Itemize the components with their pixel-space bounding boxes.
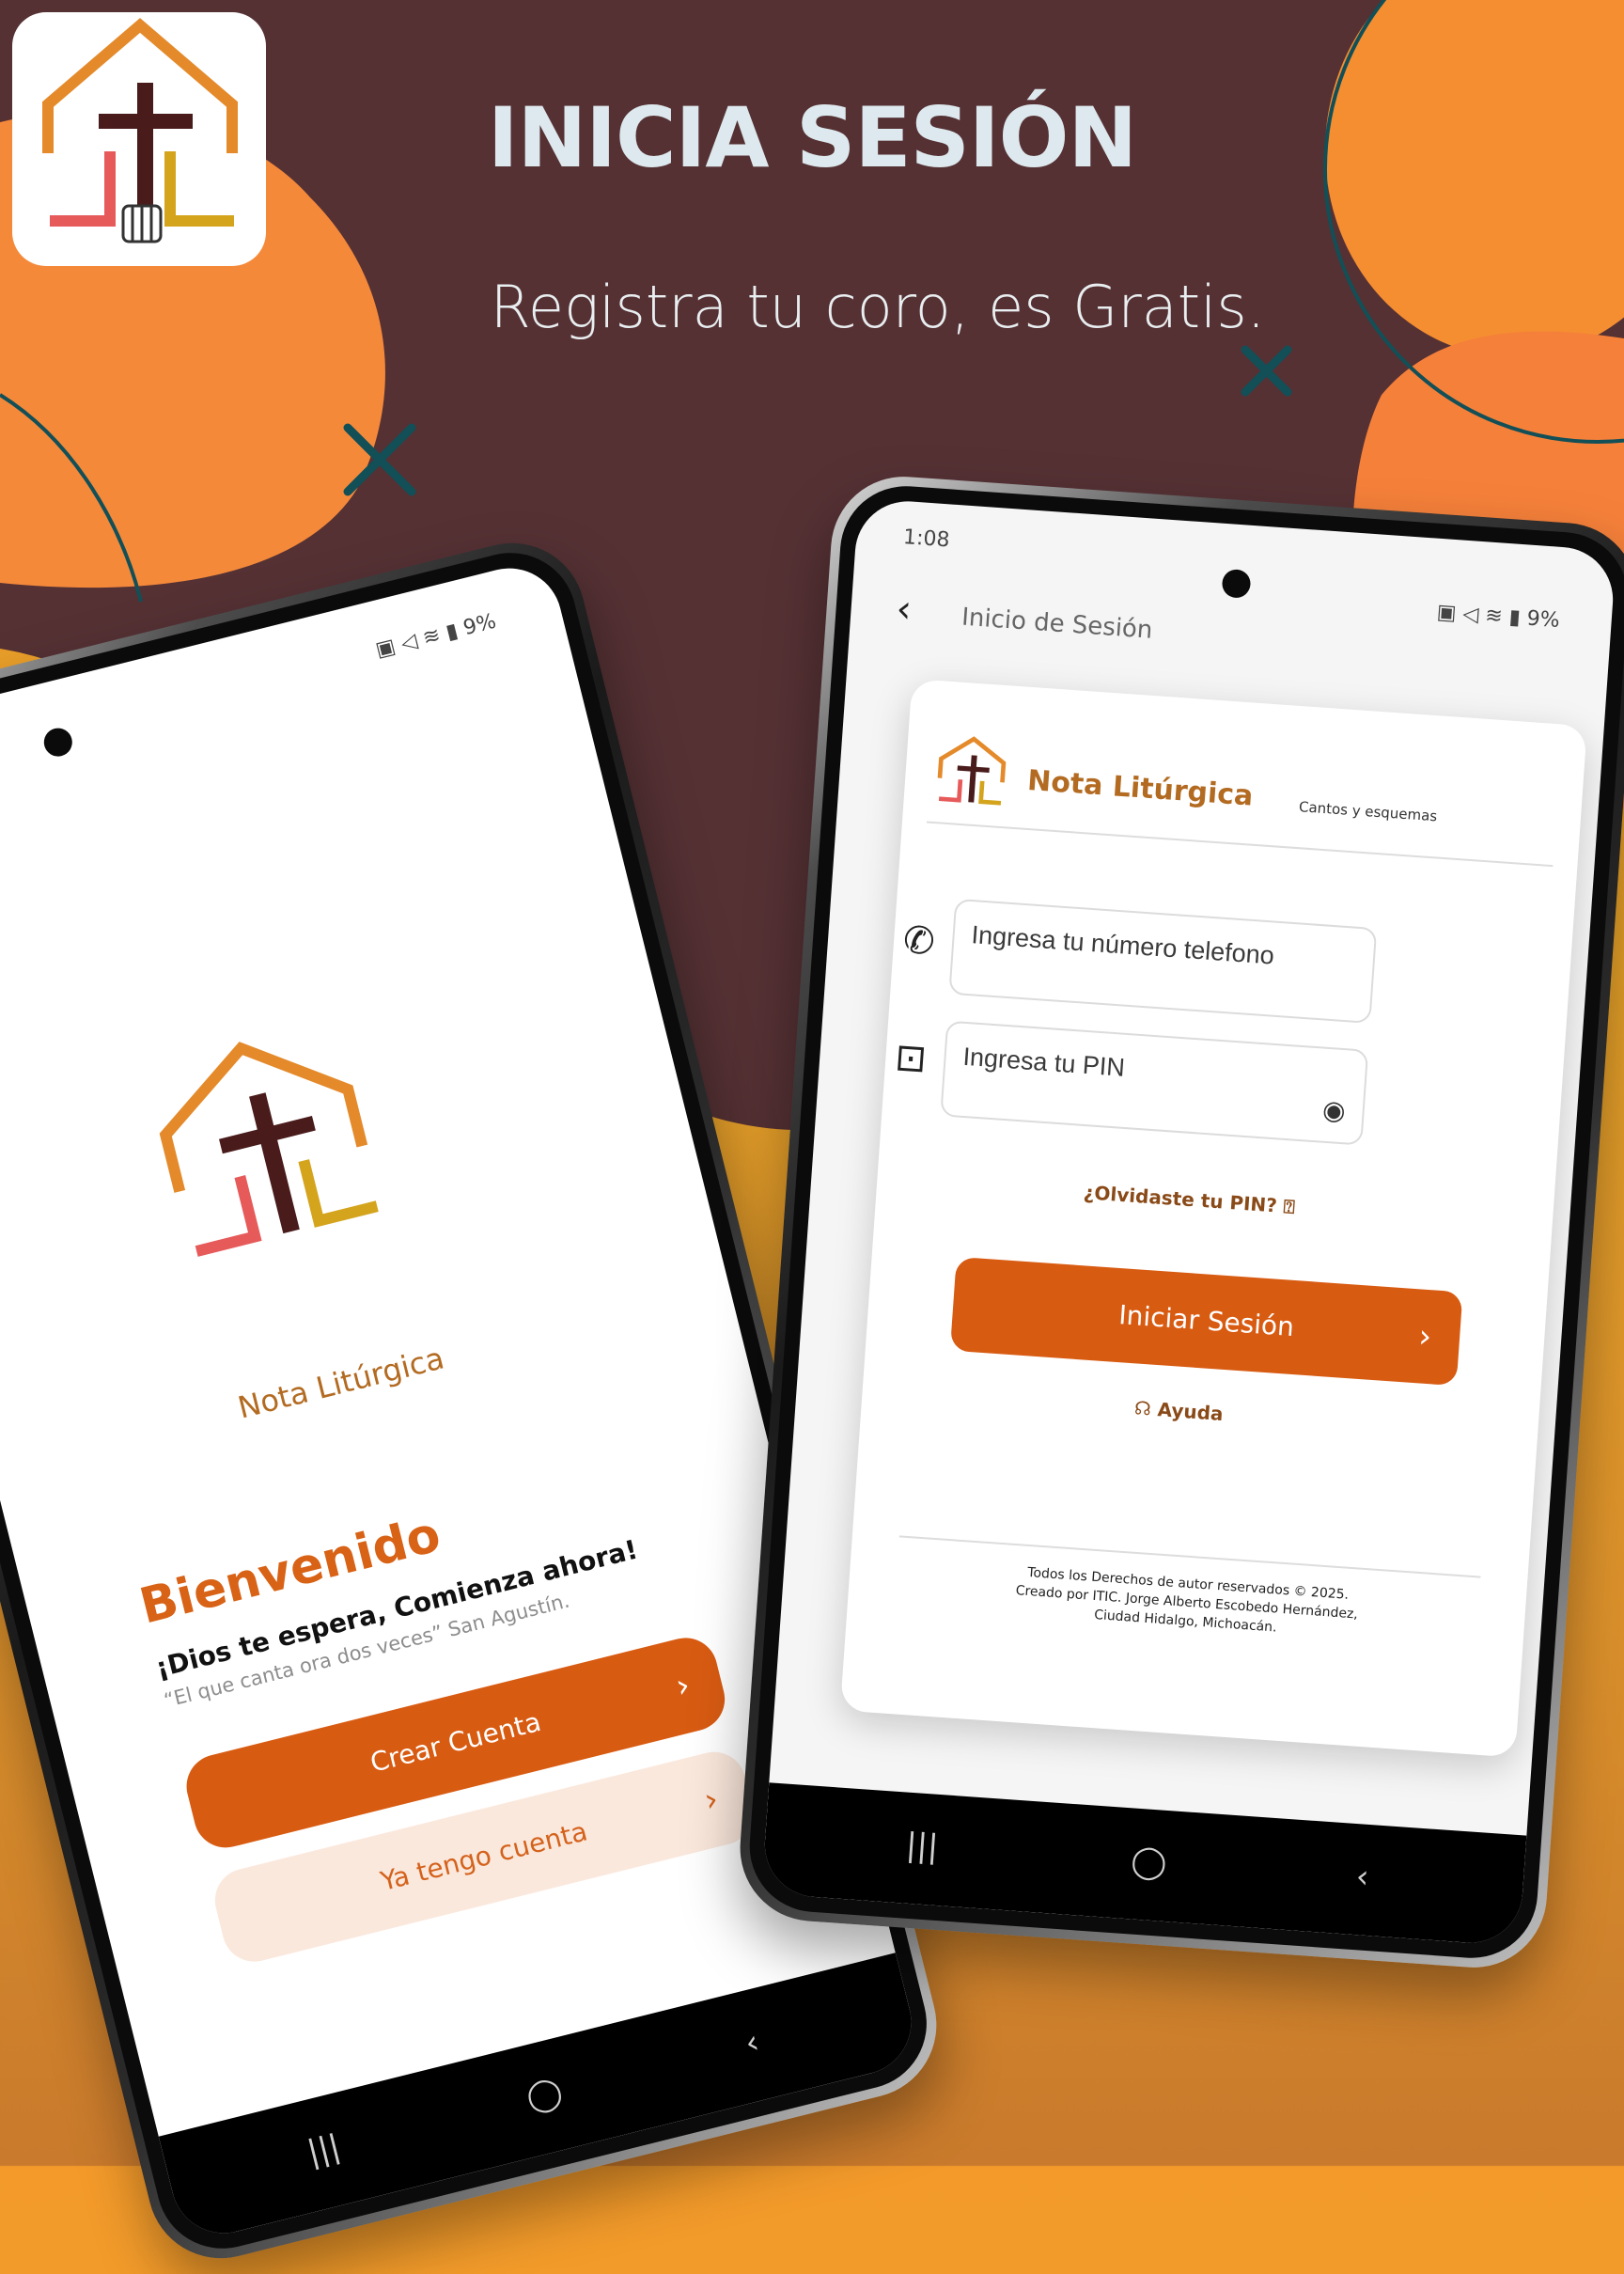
create-account-label: Crear Cuenta: [367, 1705, 544, 1779]
chevron-right-icon: ›: [1417, 1317, 1433, 1357]
have-account-label: Ya tengo cuenta: [377, 1815, 591, 1897]
recent-apps-icon[interactable]: |||: [905, 1827, 940, 1866]
status-bar: ▣ ◁ ≋ ▮ 9%: [1436, 601, 1561, 633]
login-button-label: Iniciar Sesión: [1117, 1299, 1296, 1343]
recent-apps-icon[interactable]: |||: [304, 2127, 344, 2172]
help-label: Ayuda: [1156, 1398, 1225, 1426]
right-phone: 1:08 ▣ ◁ ≋ ▮ 9% ‹ Inicio de Sesión Nota …: [735, 471, 1624, 1973]
login-card: Nota Litúrgica Cantos y esquemas ✆ Ingre…: [839, 679, 1587, 1758]
home-icon[interactable]: ◯: [1130, 1842, 1168, 1882]
back-icon[interactable]: ‹: [1354, 1858, 1369, 1896]
brand-name: Nota Litúrgica: [234, 1340, 448, 1426]
chevron-right-icon: ›: [672, 1666, 695, 1706]
lock-icon: ⊡: [893, 1035, 929, 1082]
status-bar: ▣ ◁ ≋ ▮ 9%: [373, 609, 498, 662]
battery-level: 9%: [461, 609, 499, 641]
back-icon[interactable]: ‹: [742, 2023, 763, 2062]
help-box-icon: ⍰: [1282, 1195, 1296, 1218]
hero-subtitle: Registra tu coro, es Gratis.: [490, 273, 1266, 341]
brand-divider: [926, 821, 1554, 868]
copyright-footer: Todos los Derechos de autor reservados ©…: [884, 1554, 1489, 1652]
eye-icon[interactable]: ◉: [1321, 1094, 1347, 1127]
status-time: 1:08: [902, 525, 951, 553]
house-cross-logo-icon: [159, 1042, 379, 1257]
login-button[interactable]: Iniciar Sesión ›: [949, 1256, 1463, 1387]
brand-tagline: Cantos y esquemas: [1298, 798, 1438, 825]
forgot-pin-label: ¿Olvidaste tu PIN?: [1083, 1181, 1278, 1217]
chevron-right-icon: ›: [700, 1780, 723, 1820]
back-arrow-icon[interactable]: ‹: [895, 588, 913, 632]
phone-number-input[interactable]: Ingresa tu número telefono: [948, 898, 1378, 1024]
headset-icon: ☊: [1133, 1396, 1159, 1421]
phone-number-placeholder: Ingresa tu número telefono: [970, 920, 1275, 970]
help-link[interactable]: ☊ Ayuda: [1133, 1396, 1224, 1425]
login-screen: 1:08 ▣ ◁ ≋ ▮ 9% ‹ Inicio de Sesión Nota …: [761, 497, 1616, 1947]
pin-placeholder: Ingresa tu PIN: [961, 1042, 1126, 1082]
pin-input[interactable]: Ingresa tu PIN ◉: [940, 1020, 1369, 1146]
status-icons: ▣ ◁ ≋ ▮: [373, 617, 467, 663]
hero-title: INICIA SESIÓN: [487, 89, 1137, 186]
brand-name: Nota Litúrgica: [1026, 763, 1255, 813]
phone-icon: ✆: [901, 918, 937, 964]
header-title: Inicio de Sesión: [960, 603, 1154, 645]
status-icons: ▣ ◁ ≋ ▮: [1435, 600, 1528, 631]
forgot-pin-link[interactable]: ¿Olvidaste tu PIN? ⍰: [1083, 1181, 1295, 1218]
house-cross-logo-icon: [937, 736, 1007, 806]
battery-level: 9%: [1525, 606, 1561, 633]
home-icon[interactable]: ◯: [523, 2072, 567, 2117]
